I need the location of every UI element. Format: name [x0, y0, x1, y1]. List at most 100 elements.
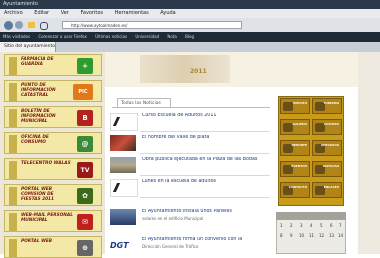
fiestas-icon: ✿ [77, 188, 93, 204]
news-item[interactable]: Lunes en la escuela de adultos [110, 176, 270, 198]
sidebar-item-label: FARMACIA DE GUARDIA [21, 57, 54, 67]
sidebar-stripe [9, 57, 17, 75]
quick-link-events[interactable]: EVENTOS [280, 161, 310, 177]
address-bar[interactable]: http://www.aytoalmaden.es/ [62, 21, 242, 29]
news-title[interactable]: El Ayuntamiento firma un convenio con la [142, 237, 270, 243]
back-button[interactable] [4, 21, 13, 30]
calendar-day[interactable]: 11 [309, 233, 314, 238]
news-divider [140, 197, 270, 198]
calendar-day[interactable]: 4 [310, 223, 313, 228]
quick-link-label: CULTURA [323, 122, 339, 126]
calendar-day[interactable]: 2 [290, 223, 293, 228]
bookmark-item[interactable]: Más visitados [3, 34, 30, 39]
news-title[interactable]: Curso Escuela de Adultos 2011 [142, 113, 270, 119]
news-item[interactable]: El hombre del valle de plata [110, 132, 270, 154]
quick-link-culture[interactable]: CULTURA [312, 119, 342, 135]
sidebar-stripe [9, 83, 17, 101]
sidebar-stripe [9, 213, 17, 231]
webmail-icon: ✉ [77, 214, 93, 230]
news-item[interactable]: Curso Escuela de Adultos 2011 [110, 110, 270, 132]
sidebar-item-fiestas[interactable]: PORTAL WEB COMISIÓN DE FIESTAS 2011 ✿ [4, 184, 102, 206]
quick-link-label: EVENTOS [291, 164, 307, 168]
sidebar-item-webmail[interactable]: WEB-MAIL PERSONAL MUNICIPAL ✉ [4, 210, 102, 232]
consumer-office-icon: @ [77, 136, 93, 152]
news-item[interactable]: El Ayuntamiento instala unos Paneles sol… [110, 206, 270, 228]
sidebar-item-catastral[interactable]: PUNTO DE INFORMACIÓN CATASTRAL PIC [4, 80, 102, 102]
menu-item-tools[interactable]: Herramientas [115, 10, 149, 16]
sidebar-stripe [9, 161, 17, 179]
news-item[interactable]: Obra pública ejecutada en la Plaza de la… [110, 154, 270, 176]
window-title-bar: Ayuntamiento [0, 0, 380, 9]
bookmark-item[interactable]: Nota [167, 34, 176, 39]
news-thumbnail [110, 179, 138, 197]
calendar-day[interactable]: 5 [320, 223, 323, 228]
news-title[interactable]: El Ayuntamiento instala unos Paneles [142, 209, 270, 215]
sidebar-stripe [9, 109, 17, 127]
calendar-day[interactable]: 10 [299, 233, 304, 238]
sidebar-item-label: OFICINA DE CONSUMO [21, 135, 49, 145]
sidebar-item-label: BOLETÍN DE INFORMACIÓN MUNICIPAL [21, 109, 56, 124]
calendar-day[interactable]: 12 [319, 233, 324, 238]
forward-button[interactable] [15, 21, 23, 29]
tab-underline [112, 107, 270, 108]
news-subtitle: solares en el edificio Municipal [142, 216, 204, 221]
tab-all-news[interactable]: Todas las Noticias [117, 98, 171, 107]
calendar-day[interactable]: 6 [330, 223, 333, 228]
quick-link-sport[interactable]: DEPORTE [280, 140, 310, 156]
news-title[interactable]: Lunes en la escuela de adultos [142, 179, 270, 185]
bulletin-icon: B [77, 110, 93, 126]
bookmark-item[interactable]: Últimas noticias [95, 34, 127, 39]
reload-icon[interactable] [40, 22, 48, 30]
sidebar-item-consumer-office[interactable]: OFICINA DE CONSUMO @ [4, 132, 102, 154]
browser-tab[interactable]: Sitio del ayuntamiento [0, 42, 56, 52]
menu-item-edit[interactable]: Editar [34, 10, 49, 16]
pharmacy-cross-icon: + [77, 58, 93, 74]
quick-link-news[interactable]: NOTICIAS [312, 161, 342, 177]
news-thumbnail [110, 135, 136, 151]
news-title[interactable]: El hombre del valle de plata [142, 135, 270, 141]
news-title[interactable]: Obra pública ejecutada en la Plaza de la… [142, 157, 270, 163]
quick-link-links[interactable]: ENLACES [312, 182, 342, 198]
sidebar-item-label: WEB-MAIL PERSONAL MUNICIPAL [21, 213, 73, 223]
menu-item-view[interactable]: Ver [61, 10, 69, 16]
calendar-day[interactable]: 3 [300, 223, 303, 228]
quick-link-label: ENLACES [323, 185, 339, 189]
telecentro-icon: TV [77, 162, 93, 178]
quick-link-gallery[interactable]: GALERÍA [280, 119, 310, 135]
tab-bar [0, 42, 380, 52]
quick-link-label: TURISMO [323, 101, 339, 105]
news-item[interactable]: DGT El Ayuntamiento firma un convenio co… [110, 234, 270, 256]
menu-item-help[interactable]: Ayuda [160, 10, 175, 16]
sidebar-item-label: PORTAL WEB COMISIÓN DE FIESTAS 2011 [21, 187, 55, 202]
logo-icon [112, 117, 137, 126]
bookmark-item[interactable]: Comenzar a usar Firefox [38, 34, 87, 39]
calendar-day[interactable]: 13 [329, 233, 334, 238]
quick-link-tourism[interactable]: TURISMO [312, 98, 342, 114]
calendar-day[interactable]: 9 [290, 233, 293, 238]
sidebar-stripe [9, 239, 17, 257]
calendar-day[interactable]: 14 [338, 233, 343, 238]
sidebar-item-label: PORTAL WEB [21, 239, 53, 244]
sidebar-item-portal[interactable]: PORTAL WEB ⊕ [4, 236, 102, 258]
dgt-logo-icon: DGT [110, 241, 129, 250]
bookmarks-bar: Más visitados Comenzar a usar Firefox Úl… [0, 32, 380, 42]
quick-link-employment[interactable]: EMPLEO [280, 98, 310, 114]
logo-icon [112, 183, 137, 192]
bookmark-item[interactable]: Blog [185, 34, 194, 39]
home-icon[interactable] [28, 22, 35, 28]
news-subtitle: Dirección General de Tráfico [142, 244, 199, 249]
calendar-day[interactable]: 7 [339, 223, 342, 228]
calendar-day[interactable]: 1 [280, 223, 283, 228]
right-margin [358, 52, 380, 254]
bookmark-item[interactable]: Universidad [135, 34, 159, 39]
menu-item-favorites[interactable]: Favoritos [80, 10, 103, 16]
sidebar-item-telecentro[interactable]: TELECENTRO WALAS TV [4, 158, 102, 180]
menu-item-file[interactable]: Archivo [4, 10, 23, 16]
sidebar-item-pharmacy[interactable]: FARMACIA DE GUARDIA + [4, 54, 102, 76]
sidebar-item-label: TELECENTRO WALAS [21, 161, 71, 166]
quick-link-services[interactable]: SERVICIOS [312, 140, 342, 156]
quick-link-contact[interactable]: CONTACTO [280, 182, 310, 198]
banner-image [140, 55, 230, 83]
calendar-day[interactable]: 8 [280, 233, 283, 238]
sidebar-item-bulletin[interactable]: BOLETÍN DE INFORMACIÓN MUNICIPAL B [4, 106, 102, 128]
